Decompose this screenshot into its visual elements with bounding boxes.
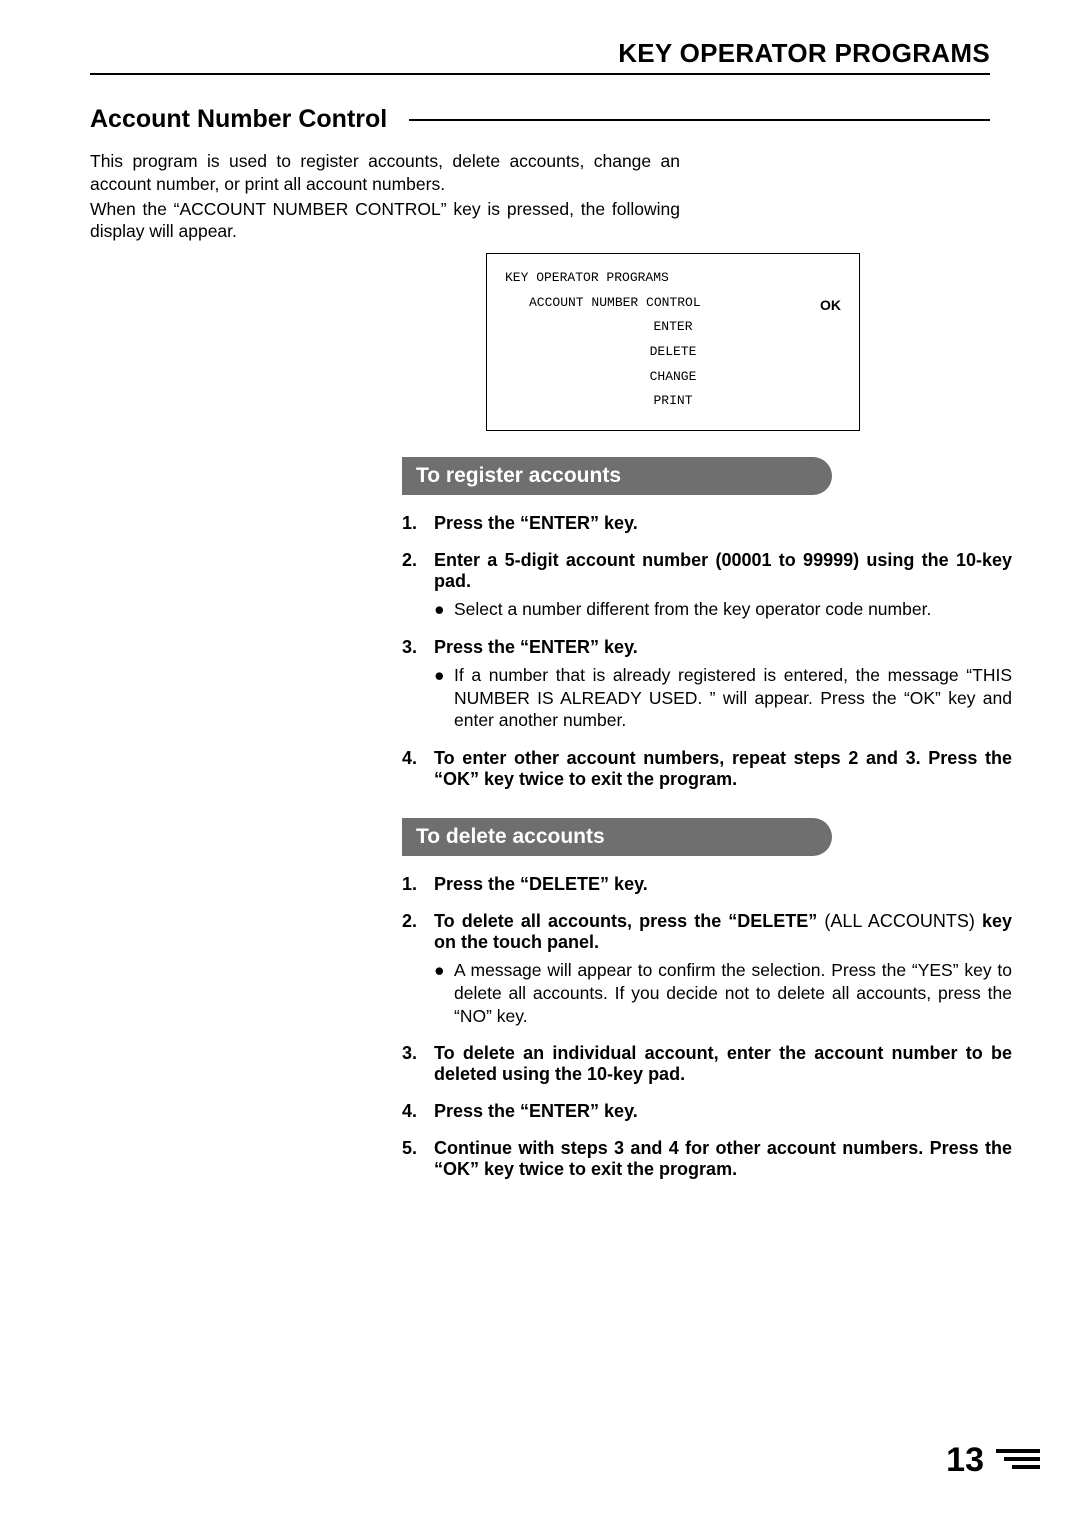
bullet-text: A message will appear to confirm the sel… (454, 959, 1012, 1027)
step: 4. Press the “ENTER” key. (402, 1101, 1012, 1122)
display-option-enter: ENTER (503, 315, 843, 340)
step-number: 4. (402, 1101, 434, 1122)
step-text: Press the “DELETE” key. (434, 874, 1012, 895)
bullet: ● Select a number different from the key… (434, 598, 1012, 621)
delete-heading: To delete accounts (402, 818, 832, 856)
header-title: KEY OPERATOR PROGRAMS (90, 38, 990, 75)
step: 3. To delete an individual account, ente… (402, 1043, 1012, 1085)
step: 2. Enter a 5-digit account number (00001… (402, 550, 1012, 621)
lcd-display-panel: KEY OPERATOR PROGRAMS ACCOUNT NUMBER CON… (486, 253, 860, 431)
display-line-1: KEY OPERATOR PROGRAMS (503, 266, 843, 291)
bullet-icon: ● (434, 598, 454, 621)
step-text: Press the “ENTER” key. (434, 1101, 1012, 1122)
bullet: ● If a number that is already registered… (434, 664, 1012, 732)
intro-paragraph-1: This program is used to register account… (90, 150, 680, 196)
intro-block: This program is used to register account… (90, 150, 680, 243)
register-heading: To register accounts (402, 457, 832, 495)
step: 1. Press the “DELETE” key. (402, 874, 1012, 895)
step-number: 3. (402, 1043, 434, 1085)
step-number: 3. (402, 637, 434, 658)
bullet-icon: ● (434, 664, 454, 732)
display-line-2: ACCOUNT NUMBER CONTROL (503, 291, 843, 316)
step: 2. To delete all accounts, press the “DE… (402, 911, 1012, 1027)
step: 4. To enter other account numbers, repea… (402, 748, 1012, 790)
bullet-text: Select a number different from the key o… (454, 598, 1012, 621)
step-number: 5. (402, 1138, 434, 1180)
step-text: To delete all accounts, press the “DELET… (434, 911, 1012, 953)
display-option-print: PRINT (503, 389, 843, 414)
step-text: Press the “ENTER” key. (434, 637, 1012, 658)
step-number: 2. (402, 550, 434, 592)
step-text: Enter a 5-digit account number (00001 to… (434, 550, 1012, 592)
page-number: 13 (946, 1441, 984, 1480)
step-text: To enter other account numbers, repeat s… (434, 748, 1012, 790)
delete-steps: 1. Press the “DELETE” key. 2. To delete … (402, 874, 1012, 1180)
section-heading-row: Account Number Control (90, 105, 990, 134)
intro-paragraph-2: When the “ACCOUNT NUMBER CONTROL” key is… (90, 198, 680, 244)
bullet: ● A message will appear to confirm the s… (434, 959, 1012, 1027)
display-option-delete: DELETE (503, 340, 843, 365)
page-number-area: 13 (946, 1441, 1040, 1480)
bullet-text: If a number that is already registered i… (454, 664, 1012, 732)
step-number: 1. (402, 874, 434, 895)
step-number: 1. (402, 513, 434, 534)
display-ok-label: OK (820, 292, 841, 319)
section-rule (409, 119, 990, 121)
display-option-change: CHANGE (503, 365, 843, 390)
page-number-decor-icon (996, 1449, 1040, 1473)
step-text: Continue with steps 3 and 4 for other ac… (434, 1138, 1012, 1180)
register-steps: 1. Press the “ENTER” key. 2. Enter a 5-d… (402, 513, 1012, 790)
step: 1. Press the “ENTER” key. (402, 513, 1012, 534)
section-title: Account Number Control (90, 105, 387, 134)
step-text: Press the “ENTER” key. (434, 513, 1012, 534)
step-text: To delete an individual account, enter t… (434, 1043, 1012, 1085)
step-number: 4. (402, 748, 434, 790)
step-number: 2. (402, 911, 434, 953)
bullet-icon: ● (434, 959, 454, 1027)
step: 5. Continue with steps 3 and 4 for other… (402, 1138, 1012, 1180)
step: 3. Press the “ENTER” key. ● If a number … (402, 637, 1012, 732)
